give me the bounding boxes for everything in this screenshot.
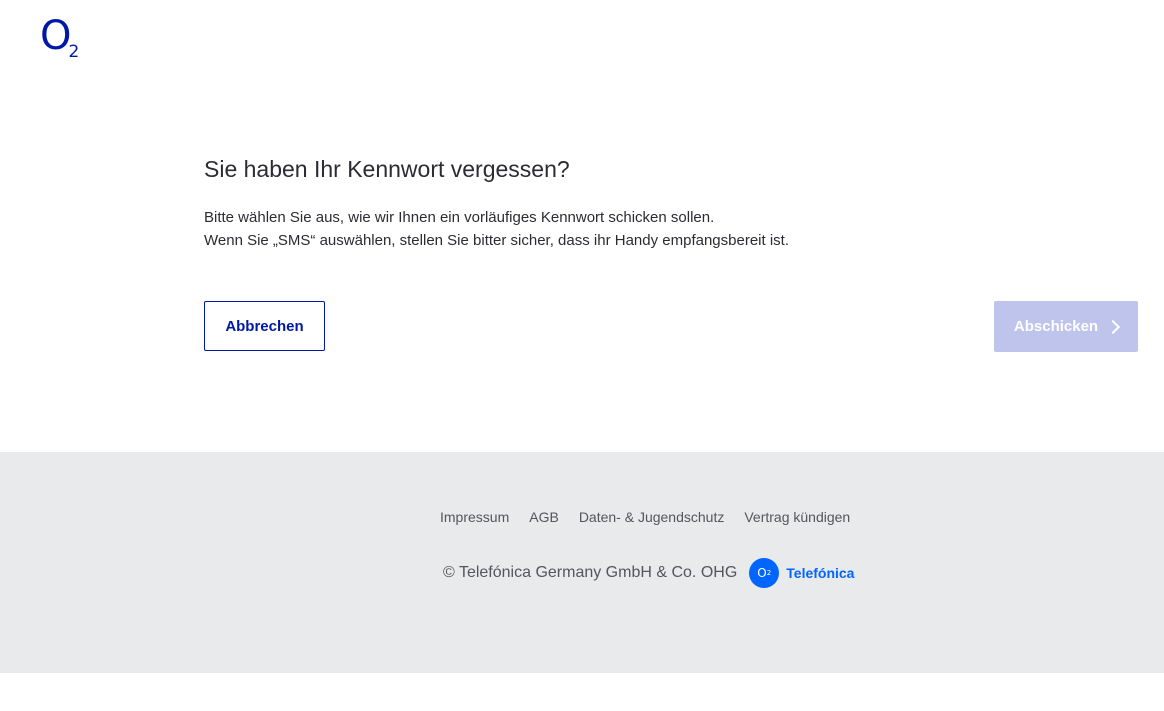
description-line-2: Wenn Sie „SMS“ auswählen, stellen Sie bi…	[204, 232, 789, 249]
description-line-1: Bitte wählen Sie aus, wie wir Ihnen ein …	[204, 209, 715, 226]
page: O2 Sie haben Ihr Kennwort vergessen? Bit…	[0, 0, 1164, 711]
telefonica-logo[interactable]: O2 Telefónica	[749, 558, 854, 588]
telefonica-o2-letter: O	[757, 566, 767, 580]
footer-links: Impressum AGB Daten- & Jugendschutz Vert…	[440, 509, 850, 525]
cancel-button[interactable]: Abbrechen	[204, 301, 325, 351]
submit-button[interactable]: Abschicken	[994, 301, 1138, 352]
copyright-row: © Telefónica Germany GmbH & Co. OHG O2 T…	[443, 558, 854, 588]
footer-link-datenschutz[interactable]: Daten- & Jugendschutz	[579, 509, 725, 525]
copyright-text: © Telefónica Germany GmbH & Co. OHG	[443, 564, 738, 581]
telefonica-name: Telefónica	[786, 565, 855, 581]
page-description: Bitte wählen Sie aus, wie wir Ihnen ein …	[204, 206, 789, 252]
page-title: Sie haben Ihr Kennwort vergessen?	[204, 156, 570, 182]
o2-logo[interactable]: O2	[40, 13, 81, 61]
telefonica-o2-icon: O2	[749, 558, 780, 588]
logo-letter: O	[40, 13, 72, 59]
footer: Impressum AGB Daten- & Jugendschutz Vert…	[0, 452, 1164, 673]
chevron-right-icon	[1106, 319, 1121, 334]
footer-link-agb[interactable]: AGB	[529, 509, 559, 525]
footer-link-impressum[interactable]: Impressum	[440, 509, 509, 525]
telefonica-o2-subscript: 2	[766, 569, 772, 577]
submit-button-label: Abschicken	[1013, 318, 1099, 335]
footer-link-vertrag-kuendigen[interactable]: Vertrag kündigen	[744, 509, 850, 525]
logo-subscript: 2	[68, 42, 80, 62]
